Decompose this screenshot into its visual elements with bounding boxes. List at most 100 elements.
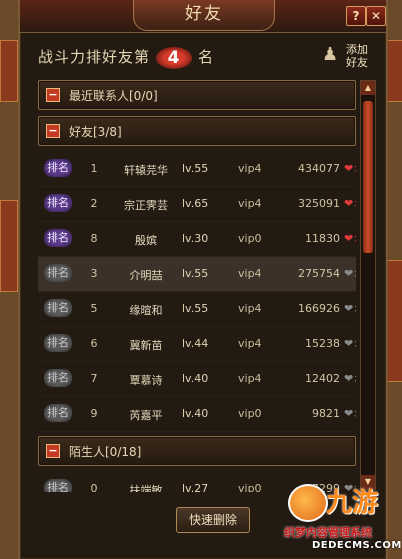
friend-name: 缘暄和 [129,304,163,317]
heart-icon[interactable]: ❤×1 [344,197,356,210]
quick-delete-button[interactable]: 快速删除 [176,507,250,533]
rank-number: 5 [90,302,98,315]
friend-row[interactable]: 排名 6 冀新苗 lv.44 vip4 15238 ❤×1 [38,327,356,362]
rank-tag-button[interactable]: 排名 [44,404,72,422]
friend-row[interactable]: 排名 8 殷嫔 lv.30 vip0 11830 ❤×1 [38,222,356,257]
collapse-icon[interactable]: − [46,444,60,458]
rank-tag-button[interactable]: 排名 [44,229,72,247]
friend-level: lv.55 [182,162,209,175]
friend-name: 冀新苗 [129,339,163,352]
collapse-icon[interactable]: − [46,88,60,102]
combat-power: 166926 [298,302,340,315]
vip-level: vip4 [238,337,262,350]
rank-tag-button[interactable]: 排名 [44,369,72,387]
group-label: 好友[3/8] [69,125,122,139]
friend-row[interactable]: 排名 3 介明喆 lv.55 vip4 275754 ❤×1 [38,257,356,292]
friend-row[interactable]: 排名 5 缘暄和 lv.55 vip4 166926 ❤×1 [38,292,356,327]
group-friends[interactable]: − 好友[3/8] [38,116,356,146]
friend-level: lv.55 [182,267,209,280]
rank-number: 0 [90,482,98,492]
rank-tag-button[interactable]: 排名 [44,159,72,177]
friend-list: − 最近联系人[0/0] − 好友[3/8] 排名 1 轩辕芫华 lv.55 vip4 4… [38,78,356,492]
background-building [386,40,402,102]
combat-power: 9821 [312,407,340,420]
combat-power: 11830 [305,232,340,245]
friend-name: 殷嫔 [135,234,157,247]
rank-number: 9 [90,407,98,420]
heart-icon[interactable]: ❤×1 [344,302,356,315]
friend-row[interactable]: 排名 7 覃慕诗 lv.40 vip4 12402 ❤×1 [38,362,356,397]
rank-number: 3 [90,267,98,280]
window-title: 好友 [133,0,275,31]
heart-icon[interactable]: ❤×1 [344,337,356,350]
collapse-icon[interactable]: − [46,124,60,138]
friend-row[interactable]: 排名 1 轩辕芫华 lv.55 vip4 434077 ❤×1 [38,152,356,187]
heart-icon[interactable]: ❤×1 [344,267,356,280]
rank-tag-button[interactable]: 排名 [44,264,72,282]
rank-suffix: 名 [198,48,215,66]
rank-number: 6 [90,337,98,350]
rank-tag-button[interactable]: 排名 [44,194,72,212]
combat-power: 275754 [298,267,340,280]
title-bar: 好友 ? ✕ [20,0,386,33]
vip-level: vip4 [238,302,262,315]
friend-level: lv.27 [182,482,209,492]
heart-icon[interactable]: ❤×1 [344,162,356,175]
watermark: 九游 织梦内容管理系统 DEDECMS.COM [282,478,402,559]
rank-number: 1 [90,162,98,175]
friend-row[interactable]: 排名 9 芮嘉平 lv.40 vip0 9821 ❤×1 [38,397,356,432]
combat-power: 325091 [298,197,340,210]
friend-name: 扶端敏 [129,484,163,492]
group-label: 最近联系人[0/0] [69,89,158,103]
vip-level: vip4 [238,197,262,210]
vip-level: vip4 [238,162,262,175]
rank-number: 2 [90,197,98,210]
close-button[interactable]: ✕ [366,6,386,26]
friend-name: 宗正霁芸 [124,199,168,212]
add-friend-button[interactable]: ♟ 添加 好友 [320,42,376,70]
help-button[interactable]: ? [346,6,366,26]
combat-power: 434077 [298,162,340,175]
watermark-line2: DEDECMS.COM [312,540,402,551]
jiuyou-logo-icon [288,484,328,522]
friend-name: 覃慕诗 [129,374,163,387]
background-building [386,260,402,382]
power-rank-line: 战斗力排好友第 4 名 [38,46,214,69]
group-recent-contacts[interactable]: − 最近联系人[0/0] [38,80,356,110]
watermark-logo: 九游 [326,488,379,518]
friend-name: 轩辕芫华 [124,164,168,177]
group-label: 陌生人[0/18] [69,445,142,459]
friend-name: 芮嘉平 [129,409,163,422]
rank-number: 7 [90,372,98,385]
friend-level: lv.30 [182,232,209,245]
friends-rows: 排名 1 轩辕芫华 lv.55 vip4 434077 ❤×1 排名 2 宗正霁芸 lv.65 vip… [38,152,356,432]
vip-level: vip0 [238,232,262,245]
heart-icon[interactable]: ❤×1 [344,232,356,245]
background-building [0,40,18,102]
friend-level: lv.55 [182,302,209,315]
watermark-line1: 织梦内容管理系统 [284,526,372,539]
vip-level: vip4 [238,267,262,280]
rank-number: 4 [156,46,193,69]
people-icon: ♟ [322,44,339,65]
rank-tag-button[interactable]: 排名 [44,299,72,317]
heart-icon[interactable]: ❤×1 [344,407,356,420]
scroll-up-icon[interactable]: ▲ [361,81,375,95]
rank-tag-button[interactable]: 排名 [44,334,72,352]
friend-name: 介明喆 [129,269,163,282]
friend-level: lv.40 [182,372,209,385]
vip-level: vip0 [238,407,262,420]
background-building [0,200,18,292]
friend-row[interactable]: 排名 2 宗正霁芸 lv.65 vip4 325091 ❤×1 [38,187,356,222]
scroll-thumb[interactable] [363,101,373,253]
friend-level: lv.40 [182,407,209,420]
scrollbar[interactable]: ▲ ▼ [360,80,376,490]
combat-power: 15238 [305,337,340,350]
heart-icon[interactable]: ❤×1 [344,372,356,385]
rank-tag-button[interactable]: 排名 [44,479,72,492]
friend-level: lv.44 [182,337,209,350]
vip-level: vip4 [238,372,262,385]
add-friend-label: 添加 好友 [346,43,368,69]
rank-number: 8 [90,232,98,245]
group-strangers[interactable]: − 陌生人[0/18] [38,436,356,466]
